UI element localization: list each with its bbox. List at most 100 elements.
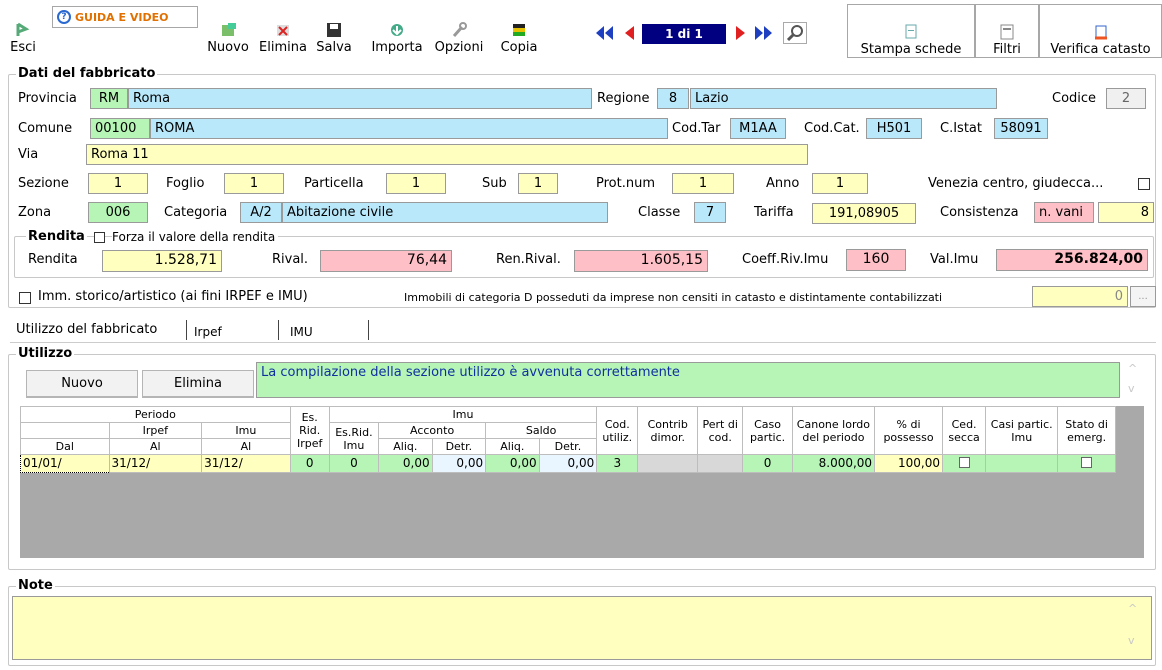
print-cards-button[interactable]: Stampa schede [847,4,975,58]
cell-stato[interactable] [1057,454,1116,473]
col-dal: Dal [20,438,110,455]
foglio-label: Foglio [166,176,205,191]
scroll-down-icon[interactable]: v [1128,382,1135,395]
col-al-imu: Al [201,438,291,455]
note-scroll-down-icon[interactable]: v [1128,634,1135,647]
categoria-d-field[interactable]: 0 [1032,286,1128,307]
delete-icon [274,22,292,38]
istat-field[interactable]: 58091 [994,118,1048,139]
col-al-irpef: Al [108,438,203,455]
tariffa-label: Tariffa [754,205,794,220]
consistenza-field[interactable]: 8 [1098,202,1154,223]
note-scroll-up-icon[interactable]: ^ [1128,602,1137,615]
tab-imu[interactable]: IMU [290,322,313,342]
cell-contrib[interactable] [637,454,699,473]
anno-field[interactable]: 1 [812,173,868,194]
cell-caso[interactable]: 0 [742,454,793,473]
coeff-field: 160 [846,249,906,271]
tab-utilizzo[interactable]: Utilizzo del fabbricato [16,320,157,340]
new-button[interactable]: Nuovo [202,6,254,56]
cell-esrid-irpef[interactable]: 0 [289,454,330,473]
next-record-icon[interactable] [734,24,748,42]
comune-name-field[interactable]: ROMA [150,118,668,139]
regione-code-field[interactable]: 8 [657,88,689,109]
table-row[interactable]: 01/01/ 31/12/ 31/12/ 0 0 0,00 0,00 0,00 … [20,454,1116,473]
sub-field[interactable]: 1 [518,173,558,194]
col-acc-detr: Detr. [431,438,487,455]
record-counter: 1 di 1 [642,24,726,44]
prev-record-icon[interactable] [622,24,636,42]
storico-checkbox[interactable] [19,292,31,304]
rendita-field[interactable]: 1.528,71 [102,250,222,272]
categoria-desc-field[interactable]: Abitazione civile [282,202,608,223]
codtar-field[interactable]: M1AA [730,118,786,139]
foglio-field[interactable]: 1 [224,173,284,194]
last-record-icon[interactable] [752,24,774,42]
cell-acc-detr[interactable]: 0,00 [431,454,487,473]
tab-irpef[interactable]: Irpef [194,322,222,342]
cell-possesso[interactable]: 100,00 [874,454,943,473]
venezia-checkbox[interactable] [1138,178,1150,190]
col-casi-imu: Casi partic. Imu [985,406,1059,455]
ced-secca-checkbox[interactable] [958,456,970,468]
cell-al-imu[interactable]: 31/12/ [201,454,291,473]
sezione-label: Sezione [18,176,69,191]
col-stato: Stato di emerg. [1057,406,1116,455]
classe-field[interactable]: 7 [694,202,726,223]
cell-saldo-detr[interactable]: 0,00 [538,454,598,473]
provincia-code-field[interactable]: RM [90,88,128,109]
regione-name-field[interactable]: Lazio [690,88,997,109]
first-record-icon[interactable] [594,24,616,42]
protnum-field[interactable]: 1 [672,173,734,194]
cell-al-irpef[interactable]: 31/12/ [108,454,203,473]
categoria-d-label: Immobili di categoria D posseduti da imp… [404,291,943,304]
copy-button[interactable]: Copia [497,6,541,56]
sub-label: Sub [482,176,507,191]
cell-ced-secca[interactable] [941,454,987,473]
save-button[interactable]: Salva [314,6,354,56]
categoria-d-ellipsis-button[interactable]: ... [1130,286,1156,307]
import-button[interactable]: Importa [366,6,428,56]
zona-field[interactable]: 006 [88,202,148,223]
cell-cod-utiliz[interactable]: 3 [596,454,639,473]
tariffa-field[interactable]: 191,08905 [812,203,916,224]
note-field[interactable] [12,596,1152,660]
force-rendita-checkbox[interactable] [94,232,105,243]
cell-canone[interactable]: 8.000,00 [791,454,876,473]
sezione-field[interactable]: 1 [88,173,148,194]
print-icon [902,24,920,40]
cell-dal[interactable]: 01/01/ [20,454,110,473]
consistenza-unit-field[interactable]: n. vani [1034,202,1094,223]
delete-button[interactable]: Elimina [255,6,311,56]
cell-saldo-aliq[interactable]: 0,00 [485,454,540,473]
guide-button[interactable]: ? GUIDA E VIDEO [52,6,198,28]
cell-pert[interactable] [697,454,744,473]
col-saldo: Saldo [485,422,598,439]
copy-icon [510,22,528,38]
utilizzo-table: Periodo Es. Rid. Irpef Imu Cod. utiliz. … [20,406,1116,473]
exit-button[interactable]: Esci [6,6,40,56]
cell-esrid-imu[interactable]: 0 [328,454,380,473]
categoria-code-field[interactable]: A/2 [240,202,282,223]
scroll-up-icon[interactable]: ^ [1128,362,1137,375]
col-cod-utiliz: Cod. utiliz. [596,406,639,455]
filters-button[interactable]: Filtri [975,4,1039,58]
comune-cap-field[interactable]: 00100 [90,118,150,139]
verify-cadastre-button[interactable]: Verifica catasto [1039,4,1162,58]
utilizzo-new-button[interactable]: Nuovo [26,370,138,398]
renrival-label: Ren.Rival. [496,252,561,267]
particella-field[interactable]: 1 [386,173,446,194]
search-icon[interactable] [783,22,807,44]
stato-emerg-checkbox[interactable] [1081,456,1093,468]
valimu-field: 256.824,00 [996,249,1148,271]
provincia-name-field[interactable]: Roma [128,88,592,109]
exit-icon [14,22,32,38]
col-canone: Canone lordo del periodo [791,406,876,455]
cell-casi-imu[interactable] [985,454,1059,473]
utilizzo-delete-button[interactable]: Elimina [142,370,254,398]
via-field[interactable]: Roma 11 [86,144,808,165]
codcat-field[interactable]: H501 [866,118,922,139]
options-button[interactable]: Opzioni [430,6,488,56]
cell-acc-aliq[interactable]: 0,00 [378,454,433,473]
regione-label: Regione [597,91,650,106]
